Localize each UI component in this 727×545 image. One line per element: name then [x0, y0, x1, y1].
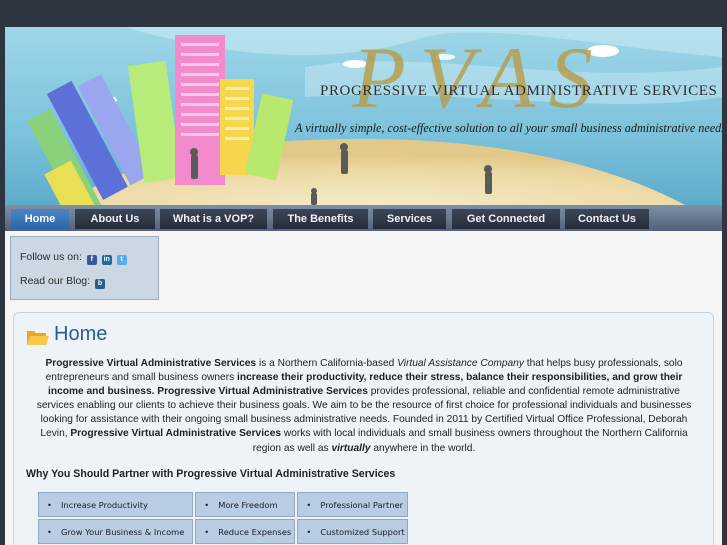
- intro-segment: Progressive Virtual Administrative Servi…: [45, 358, 257, 369]
- main-content: Home Progressive Virtual Administrative …: [13, 312, 714, 545]
- nav-get-connected[interactable]: Get Connected: [452, 209, 560, 229]
- blog-icon[interactable]: b: [94, 279, 105, 289]
- benefit-cell: • Reduce Expenses: [195, 519, 296, 544]
- social-box: Follow us on: f in t Read our Blog: b: [10, 236, 159, 300]
- nav-what-is-a-vop[interactable]: What is a VOP?: [160, 209, 267, 229]
- facebook-icon[interactable]: f: [86, 255, 97, 265]
- benefit-cell: • Grow Your Business & Income: [38, 519, 194, 544]
- follow-label: Follow us on:: [20, 251, 82, 263]
- logo-letters: PVAS: [352, 30, 607, 127]
- nav-home[interactable]: Home: [11, 209, 69, 229]
- benefit-cell: • Increase Productivity: [38, 492, 194, 517]
- intro-segment: anywhere in the world.: [370, 442, 476, 454]
- benefit-cell: • Professional Partner: [297, 492, 408, 517]
- why-partner-heading: Why You Should Partner with Progressive …: [26, 468, 396, 480]
- blog-label: Read our Blog:: [20, 275, 91, 287]
- intro-segment: Progressive Virtual Administrative Servi…: [70, 428, 282, 440]
- folder-icon: [27, 331, 49, 345]
- nav-about-us[interactable]: About Us: [75, 209, 155, 229]
- benefit-cell: • Customized Support: [297, 519, 408, 544]
- table-row: • Increase Productivity • More Freedom • Pr…: [38, 492, 408, 517]
- linkedin-icon[interactable]: in: [101, 255, 112, 265]
- nav-contact-us[interactable]: Contact Us: [565, 209, 649, 229]
- table-row: • Grow Your Business & Income • Reduce Exp…: [38, 519, 408, 544]
- benefits-table: • Increase Productivity • More Freedom • Pr…: [36, 490, 410, 545]
- header-banner: PVAS Progressive Virtual Administrative …: [5, 27, 722, 205]
- twitter-icon[interactable]: t: [116, 255, 127, 265]
- main-nav: Home About Us What is a VOP? The Benefit…: [5, 205, 722, 231]
- intro-segment: is a Northern California-based: [256, 358, 398, 369]
- benefit-cell: • More Freedom: [195, 492, 296, 517]
- intro-segment: Progressive Virtual Administrative Servi…: [157, 386, 368, 398]
- intro-paragraph: Progressive Virtual Administrative Servi…: [30, 357, 698, 456]
- intro-segment: virtually: [331, 442, 371, 454]
- intro-segment: Virtual Assistance Company: [397, 358, 524, 369]
- page: PVAS Progressive Virtual Administrative …: [5, 27, 722, 545]
- follow-row: Follow us on: f in t: [20, 251, 127, 265]
- blog-row: Read our Blog: b: [20, 275, 105, 289]
- site-tagline: A virtually simple, cost-effective solut…: [295, 121, 722, 135]
- nav-the-benefits[interactable]: The Benefits: [273, 209, 368, 229]
- site-title: Progressive Virtual Administrative Servi…: [320, 83, 718, 99]
- page-title: Home: [54, 323, 108, 345]
- nav-services[interactable]: Services: [373, 209, 446, 229]
